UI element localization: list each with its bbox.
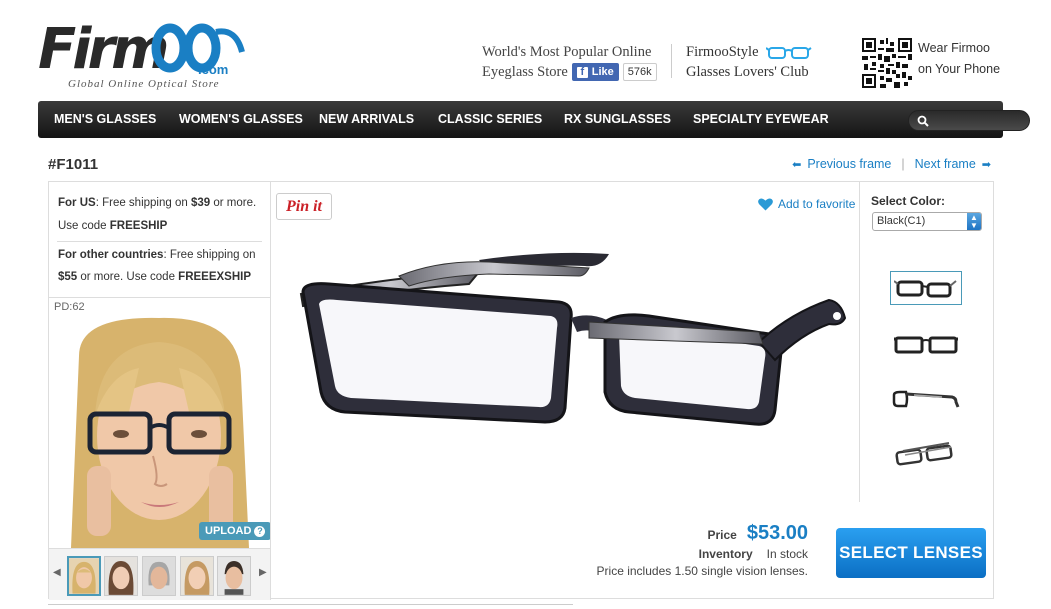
slogan-line2-row: Eyeglass Store f Like 576k	[482, 62, 657, 82]
model-thumb[interactable]	[180, 556, 214, 596]
inventory-row: Inventory In stock	[597, 547, 808, 561]
facebook-like-count: 576k	[622, 63, 657, 81]
color-label: Select Color:	[871, 194, 946, 208]
price-label: Price	[707, 528, 737, 542]
nav-mens-glasses[interactable]: MEN'S GLASSES	[54, 112, 156, 126]
arrow-right-icon: ➡	[981, 158, 991, 171]
color-select[interactable]: Black(C1) ▲ ▼	[872, 212, 982, 231]
slogan-line2: Eyeglass Store	[482, 64, 568, 80]
pd-value: PD:62	[54, 301, 85, 313]
nav-rx-sunglasses[interactable]: RX SUNGLASSES	[564, 112, 671, 126]
mobile-promo-line2: on Your Phone	[918, 62, 1001, 76]
glasses-icon	[766, 46, 812, 59]
view-thumb-side[interactable]	[890, 383, 962, 417]
shipping-us-line2: Use code FREESHIP	[58, 220, 168, 232]
price-note: Price includes 1.50 single vision lenses…	[596, 564, 808, 578]
product-sku: #F1011	[48, 156, 99, 173]
model-thumb[interactable]	[67, 556, 101, 596]
thumbs-next-arrow-icon[interactable]: ▶	[259, 567, 267, 578]
color-panel: Select Color: Black(C1) ▲ ▼	[859, 182, 994, 502]
upload-label: UPLOAD	[205, 525, 252, 537]
glasses-front-icon	[894, 336, 958, 354]
shipping-us-line1: For US: Free shipping on $39 or more.	[58, 197, 257, 209]
glasses-angle-icon	[894, 280, 957, 298]
shipping-other-line2: $55 or more. Use code FREEEXSHIP	[58, 271, 252, 283]
mobile-promo-line1: Wear Firmoo	[918, 41, 991, 55]
frame-navigation: ⬅ Previous frame | Next frame ➡	[792, 157, 991, 171]
nav-new-arrivals[interactable]: NEW ARRIVALS	[319, 112, 414, 126]
nav-classic-series[interactable]: CLASSIC SERIES	[438, 112, 542, 126]
price-value: $53.00	[746, 522, 808, 544]
product-glasses-image	[299, 252, 847, 426]
header: Firm .com Global Online Optical Store Wo…	[0, 0, 1051, 100]
logo-tagline: Global Online Optical Store	[68, 78, 220, 90]
bottom-tabs-edge	[48, 604, 573, 609]
search-icon[interactable]	[917, 115, 929, 127]
mobile-promo[interactable]: Wear Firmoo on Your Phone	[918, 38, 1000, 80]
select-lenses-button[interactable]: SELECT LENSES	[836, 528, 986, 578]
facebook-like-label: Like	[591, 66, 614, 78]
firmoostyle-club-link[interactable]: FirmooStyle Glasses Lovers' Club	[686, 42, 812, 82]
facebook-icon: f	[576, 66, 588, 78]
price-row: Price $53.00	[597, 522, 808, 545]
inventory-label: Inventory	[698, 547, 753, 561]
add-to-favorite-label: Add to favorite	[778, 197, 856, 211]
main-nav: MEN'S GLASSES WOMEN'S GLASSES NEW ARRIVA…	[38, 101, 1030, 138]
view-thumb-front[interactable]	[890, 328, 962, 362]
nav-search-box[interactable]	[908, 110, 1030, 131]
glasses-folded-icon	[895, 442, 953, 466]
search-input[interactable]	[931, 113, 1025, 128]
product-panel: For US: Free shipping on $39 or more. Us…	[48, 181, 994, 600]
upload-photo-button[interactable]: UPLOAD ?	[199, 522, 270, 540]
frame-nav-separator: |	[901, 157, 905, 171]
model-thumb[interactable]	[217, 556, 251, 596]
glasses-side-icon	[892, 390, 960, 408]
model-thumbnails: ◀ ▶	[49, 548, 271, 600]
tryon-model-image	[49, 316, 270, 548]
view-thumb-folded[interactable]	[890, 438, 962, 472]
price-block: Price $53.00 Inventory In stock Price in…	[597, 522, 808, 578]
model-thumb[interactable]	[142, 556, 176, 596]
facebook-like-button[interactable]: f Like	[571, 63, 619, 81]
model-thumb[interactable]	[104, 556, 138, 596]
thumbs-prev-arrow-icon[interactable]: ◀	[53, 567, 61, 578]
logo-domain: .com	[198, 62, 229, 77]
virtual-tryon: PD:62 UPLOAD ?	[49, 298, 271, 548]
select-arrows-icon: ▲ ▼	[967, 213, 981, 230]
firmoo-logo[interactable]: Firm .com Global Online Optical Store	[38, 18, 248, 94]
view-thumb-angle[interactable]	[890, 271, 962, 305]
slogan-line1: World's Most Popular Online	[482, 44, 652, 60]
color-select-value: Black(C1)	[877, 215, 926, 227]
inventory-status: In stock	[766, 547, 808, 561]
header-divider	[671, 44, 672, 78]
pinterest-pin-button[interactable]: Pin it	[276, 193, 332, 220]
next-frame-link[interactable]: Next frame	[915, 157, 976, 171]
nav-womens-glasses[interactable]: WOMEN'S GLASSES	[179, 112, 303, 126]
shipping-info: For US: Free shipping on $39 or more. Us…	[49, 182, 271, 298]
help-icon[interactable]: ?	[254, 525, 266, 537]
club-subtitle: Glasses Lovers' Club	[686, 64, 809, 80]
heart-icon	[758, 197, 773, 210]
arrow-left-icon: ⬅	[792, 158, 802, 171]
previous-frame-link[interactable]: Previous frame	[807, 157, 891, 171]
club-title: FirmooStyle	[686, 44, 759, 60]
shipping-divider	[57, 241, 262, 242]
qr-code-icon[interactable]	[862, 38, 912, 88]
slogan: World's Most Popular Online Eyeglass Sto…	[482, 42, 657, 82]
nav-specialty-eyewear[interactable]: SPECIALTY EYEWEAR	[693, 112, 829, 126]
add-to-favorite[interactable]: Add to favorite	[758, 197, 855, 211]
shipping-other-line1: For other countries: Free shipping on	[58, 249, 256, 261]
